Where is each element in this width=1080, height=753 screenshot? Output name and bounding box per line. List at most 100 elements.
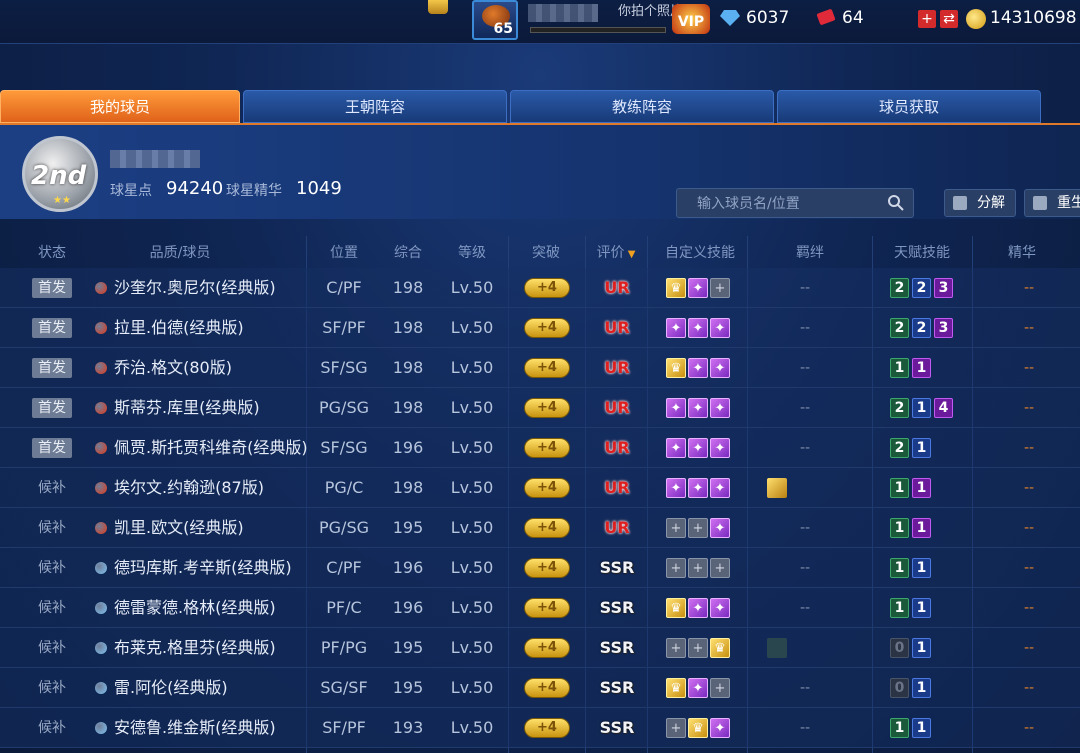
add-skill-icon[interactable]: +: [666, 638, 686, 658]
add-skill-icon[interactable]: +: [710, 678, 730, 698]
talent-level-badge[interactable]: 2: [912, 278, 931, 298]
talent-level-badge[interactable]: 4: [934, 398, 953, 418]
decompose-button[interactable]: 分解: [944, 189, 1016, 217]
tab-coach-lineup[interactable]: 教练阵容: [510, 90, 774, 123]
skill-icon[interactable]: ✦: [688, 318, 708, 338]
player-row[interactable]: 首发 拉里.伯德(经典版) SF/PF 198 Lv.50 +4 UR ✦ ✦ ✦ -- 2 2 3 --: [0, 308, 1080, 348]
header-level[interactable]: 等级: [450, 242, 494, 262]
skill-icon[interactable]: ♛: [688, 718, 708, 738]
talent-level-badge[interactable]: 1: [912, 358, 931, 378]
talent-level-badge[interactable]: 1: [912, 558, 931, 578]
player-search[interactable]: [676, 188, 914, 218]
add-skill-icon[interactable]: +: [710, 558, 730, 578]
player-row[interactable]: 候补 埃尔文.约翰逊(87版) PG/C 198 Lv.50 +4 UR ✦ ✦ ✦ 1 1 --: [0, 468, 1080, 508]
player-name[interactable]: 埃尔文.约翰逊(87版): [114, 468, 264, 508]
player-name[interactable]: 乔治.格文(80版): [114, 348, 232, 388]
header-quality[interactable]: 品质/球员: [110, 242, 250, 262]
player-row[interactable]: 首发 佩贾.斯托贾科维奇(经典版) SF/SG 196 Lv.50 +4 UR ✦ ✦ ✦ -- 2 1…: [0, 428, 1080, 468]
skill-icon[interactable]: ♛: [666, 678, 686, 698]
player-row[interactable]: 首发 乔治.格文(80版) SF/SG 198 Lv.50 +4 UR ♛ ✦ ✦ -- 1 1 --: [0, 348, 1080, 388]
header-bonds[interactable]: 羁绊: [790, 242, 830, 262]
talent-level-badge[interactable]: 1: [912, 598, 931, 618]
skill-icon[interactable]: ✦: [688, 278, 708, 298]
skill-icon[interactable]: ✦: [666, 478, 686, 498]
add-skill-icon[interactable]: +: [688, 638, 708, 658]
player-row[interactable]: 首发 斯蒂芬.库里(经典版) PG/SG 198 Lv.50 +4 UR ✦ ✦ ✦ -- 2 1 4 --: [0, 388, 1080, 428]
skill-icon[interactable]: ✦: [666, 318, 686, 338]
player-row[interactable]: 首发 沙奎尔.奥尼尔(经典版) C/PF 198 Lv.50 +4 UR ♛ ✦ + -- 2 2 3 --: [0, 268, 1080, 308]
player-name[interactable]: 拉里.伯德(经典版): [114, 308, 244, 348]
skill-icon[interactable]: ✦: [710, 598, 730, 618]
skill-icon[interactable]: ♛: [666, 598, 686, 618]
header-position[interactable]: 位置: [322, 242, 366, 262]
exchange-icon[interactable]: ⇄: [940, 10, 958, 28]
skill-icon[interactable]: ♛: [710, 638, 730, 658]
player-name[interactable]: 德雷蒙德.格林(经典版): [114, 588, 276, 628]
talent-level-badge[interactable]: 1: [890, 518, 909, 538]
talent-level-badge[interactable]: 0: [890, 678, 909, 698]
skill-icon[interactable]: ♛: [666, 278, 686, 298]
player-name[interactable]: 德玛库斯.考辛斯(经典版): [114, 548, 292, 588]
bond-icon[interactable]: [767, 478, 787, 498]
tab-my-players[interactable]: 我的球员: [0, 90, 240, 123]
player-row[interactable]: 候补 雷.阿伦(经典版) SG/SF 195 Lv.50 +4 SSR ♛ ✦ + -- 0 1 --: [0, 668, 1080, 708]
player-row[interactable]: 候补 布莱克.格里芬(经典版) PF/PG 195 Lv.50 +4 SSR + + ♛ 0 1 --: [0, 628, 1080, 668]
talent-level-badge[interactable]: 2: [890, 398, 909, 418]
add-plus-icon[interactable]: +: [918, 10, 936, 28]
add-skill-icon[interactable]: +: [666, 558, 686, 578]
skill-icon[interactable]: ✦: [710, 478, 730, 498]
talent-level-badge[interactable]: 1: [912, 398, 931, 418]
skill-icon[interactable]: ✦: [688, 358, 708, 378]
player-row[interactable]: 候补 德雷蒙德.格林(经典版) PF/C 196 Lv.50 +4 SSR ♛ ✦ ✦ -- 1 1 --: [0, 588, 1080, 628]
talent-level-badge[interactable]: 1: [890, 598, 909, 618]
player-name[interactable]: 安德鲁.维金斯(经典版): [114, 708, 276, 748]
add-skill-icon[interactable]: +: [710, 278, 730, 298]
header-custom-skills[interactable]: 自定义技能: [660, 242, 740, 262]
talent-level-badge[interactable]: 1: [912, 518, 931, 538]
skill-icon[interactable]: ✦: [666, 398, 686, 418]
talent-level-badge[interactable]: 1: [912, 478, 931, 498]
header-status[interactable]: 状态: [34, 242, 70, 262]
skill-icon[interactable]: ✦: [688, 438, 708, 458]
talent-level-badge[interactable]: 1: [890, 718, 909, 738]
skill-icon[interactable]: ✦: [688, 598, 708, 618]
skill-icon[interactable]: ♛: [666, 358, 686, 378]
search-icon[interactable]: [887, 194, 905, 212]
skill-icon[interactable]: ✦: [710, 358, 730, 378]
vip-badge[interactable]: VIP: [672, 4, 710, 34]
header-essence[interactable]: 精华: [1002, 242, 1042, 262]
search-input[interactable]: [697, 194, 877, 214]
header-talent[interactable]: 天赋技能: [890, 242, 954, 262]
player-name[interactable]: 布莱克.格里芬(经典版): [114, 628, 276, 668]
player-name[interactable]: 斯蒂芬.库里(经典版): [114, 388, 260, 428]
skill-icon[interactable]: ✦: [666, 438, 686, 458]
talent-level-badge[interactable]: 1: [890, 358, 909, 378]
talent-level-badge[interactable]: 1: [912, 718, 931, 738]
tab-player-acquire[interactable]: 球员获取: [777, 90, 1041, 123]
talent-level-badge[interactable]: 2: [890, 318, 909, 338]
player-name[interactable]: 雷.阿伦(经典版): [114, 668, 228, 708]
skill-icon[interactable]: ✦: [710, 318, 730, 338]
skill-icon[interactable]: ✦: [688, 478, 708, 498]
player-row[interactable]: 候补 德玛库斯.考辛斯(经典版) C/PF 196 Lv.50 +4 SSR + + + -- 1 1-…: [0, 548, 1080, 588]
talent-level-badge[interactable]: 1: [912, 638, 931, 658]
add-skill-icon[interactable]: +: [688, 558, 708, 578]
talent-level-badge[interactable]: 0: [890, 638, 909, 658]
player-name[interactable]: 凯里.欧文(经典版): [114, 508, 244, 548]
talent-level-badge[interactable]: 2: [912, 318, 931, 338]
talent-level-badge[interactable]: 1: [912, 678, 931, 698]
add-skill-icon[interactable]: +: [666, 718, 686, 738]
bond-icon[interactable]: [767, 638, 787, 658]
player-name[interactable]: 佩贾.斯托贾科维奇(经典版): [114, 428, 308, 468]
vip-mini-icon[interactable]: [428, 0, 448, 14]
talent-level-badge[interactable]: 2: [890, 438, 909, 458]
player-avatar[interactable]: 65: [472, 0, 518, 40]
header-rating[interactable]: 评价 ▼: [596, 242, 636, 262]
header-breakthrough[interactable]: 突破: [526, 242, 566, 262]
player-name[interactable]: 沙奎尔.奥尼尔(经典版): [114, 268, 276, 308]
add-skill-icon[interactable]: +: [666, 518, 686, 538]
skill-icon[interactable]: ✦: [710, 718, 730, 738]
skill-icon[interactable]: ✦: [710, 438, 730, 458]
rebirth-button[interactable]: 重生: [1024, 189, 1080, 217]
skill-icon[interactable]: ✦: [688, 678, 708, 698]
